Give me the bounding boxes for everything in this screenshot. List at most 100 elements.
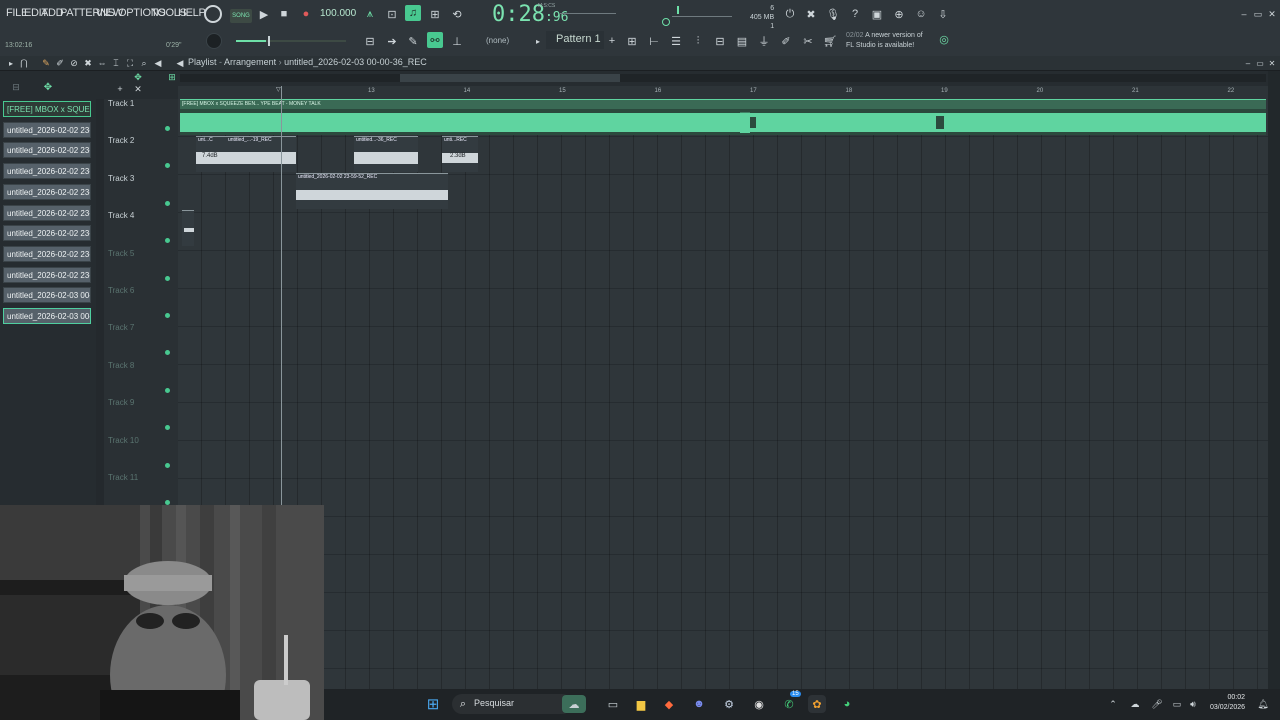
channel-rack-icon[interactable]: ☰: [668, 33, 684, 49]
add-track-icon[interactable]: +: [112, 81, 128, 97]
clip-list-item[interactable]: untitled_2026-02-02 23-...: [3, 121, 91, 138]
clip-list-item[interactable]: untitled_2026-02-03 00-...: [3, 287, 91, 304]
track-enable-led[interactable]: [165, 462, 170, 468]
clip-list-item[interactable]: untitled_2026-02-02 23-...: [3, 225, 91, 242]
track-name[interactable]: Track 2: [108, 136, 134, 145]
track-enable-led[interactable]: [165, 313, 170, 318]
brave-icon[interactable]: ◆: [660, 695, 678, 713]
clip-list-item[interactable]: untitled_2026-02-03 00-...: [3, 308, 91, 324]
playhead[interactable]: [281, 86, 282, 506]
pattern-list-icon[interactable]: ⊟: [8, 79, 24, 95]
metronome-icon[interactable]: ⩚: [362, 6, 378, 22]
track-enable-led[interactable]: [165, 238, 170, 244]
discord-icon[interactable]: ☻: [690, 695, 708, 713]
track-enable-led[interactable]: [165, 275, 170, 281]
mic-tray-icon[interactable]: 🎤︎: [1148, 695, 1166, 713]
track-name[interactable]: Track 1: [108, 99, 134, 108]
fl-studio-icon[interactable]: ✿: [808, 695, 826, 713]
clip-list-item[interactable]: untitled_2026-02-02 23-...: [3, 266, 91, 283]
countdown-icon[interactable]: ♫: [405, 5, 421, 21]
plugin-icon[interactable]: ⊕: [891, 6, 907, 22]
track-name[interactable]: Track 11: [108, 473, 138, 482]
track-name[interactable]: Track 3: [108, 174, 134, 183]
pitch-knob-icon[interactable]: [662, 18, 670, 26]
clip-track2-b[interactable]: untitled_...-19_REC: [226, 136, 296, 172]
brush-icon[interactable]: ✐: [778, 33, 794, 49]
plug-icon[interactable]: ⏚: [756, 33, 772, 49]
magnet-icon[interactable]: ⋂: [16, 55, 32, 71]
widget-icon[interactable]: ☁: [562, 695, 586, 713]
browser-icon[interactable]: ⊟: [712, 33, 728, 49]
tray-chevron-icon[interactable]: ⌃: [1104, 695, 1122, 713]
piano-roll-icon[interactable]: ⊢: [646, 33, 662, 49]
timeline-ruler[interactable]: 1314151617181920212223▽: [178, 86, 1268, 99]
clip-list-item[interactable]: untitled_2026-02-02 23-...: [3, 183, 91, 200]
master-volume-slider[interactable]: [560, 13, 616, 14]
loop-record-icon[interactable]: ⟲: [449, 6, 465, 22]
task-view-icon[interactable]: ▭: [604, 695, 622, 713]
chevron-right-icon[interactable]: ▸: [530, 33, 546, 49]
spotify-icon[interactable]: ◕: [838, 695, 856, 713]
close-icon[interactable]: ✕: [1264, 6, 1280, 22]
playlist-close-icon[interactable]: ✕: [1264, 55, 1280, 71]
clip-track2-a[interactable]: unt...C 7.4dB: [196, 136, 226, 172]
main-volume-slider[interactable]: [236, 36, 346, 46]
obs-icon[interactable]: ◉: [750, 695, 768, 713]
move-icon[interactable]: ✥: [40, 79, 56, 95]
drag-handle-icon[interactable]: ✥: [130, 69, 146, 85]
pencil-icon[interactable]: ✎: [405, 33, 421, 49]
track-name[interactable]: Track 7: [108, 323, 134, 332]
track-name[interactable]: Track 9: [108, 398, 134, 407]
save-icon[interactable]: ▣: [869, 6, 885, 22]
globe-icon[interactable]: ◎: [936, 31, 952, 47]
add-pattern-icon[interactable]: +: [604, 33, 620, 49]
channel-selector[interactable]: (none): [486, 36, 509, 45]
track-name[interactable]: Track 10: [108, 436, 139, 445]
clip-list-item[interactable]: untitled_2026-02-02 23-...: [3, 163, 91, 180]
cpu-reset-icon[interactable]: ⏻: [782, 6, 798, 22]
mixer-icon[interactable]: ⫶: [690, 33, 706, 49]
notification-bell-icon[interactable]: 🔔︎: [1254, 695, 1272, 713]
onedrive-icon[interactable]: ☁: [1126, 695, 1144, 713]
pattern-label[interactable]: Pattern 1: [556, 33, 601, 45]
chat-icon[interactable]: ☺: [913, 6, 929, 22]
track-name[interactable]: Track 4: [108, 211, 134, 220]
stop-icon[interactable]: ■: [276, 6, 292, 22]
tempo-display[interactable]: 100.000: [320, 8, 356, 19]
tools-icon[interactable]: ✂: [800, 33, 816, 49]
menu-help[interactable]: HELP: [178, 7, 206, 19]
whatsapp-icon[interactable]: ✆: [780, 695, 798, 713]
track-enable-led[interactable]: [165, 200, 170, 206]
taskbar-clock[interactable]: 00:02 03/02/2026: [1210, 693, 1245, 713]
arrangement-grid[interactable]: [FREE] MBOX x SQUEEZE BEN... YPE BEAT - …: [178, 86, 1268, 689]
clip-track4[interactable]: [182, 210, 194, 246]
track-name[interactable]: Track 5: [108, 249, 134, 258]
playhead-marker-icon[interactable]: ▽: [276, 86, 281, 93]
grid-icon[interactable]: ⊞: [164, 69, 180, 85]
track-enable-led[interactable]: [165, 126, 170, 131]
track-enable-led[interactable]: [165, 350, 170, 356]
track-enable-led[interactable]: [165, 425, 170, 431]
steam-icon[interactable]: ⚙: [720, 695, 738, 713]
windows-start-icon[interactable]: ⊞: [424, 695, 442, 713]
download-icon[interactable]: ⇩: [935, 6, 951, 22]
time-display[interactable]: 0:28:96: [492, 2, 568, 27]
clip-track2-c[interactable]: untitled...-36_REC: [354, 136, 418, 172]
track-name[interactable]: Track 6: [108, 286, 134, 295]
vertical-scrollbar[interactable]: [1268, 71, 1280, 689]
play-icon[interactable]: ▶: [256, 6, 272, 22]
clip-track3[interactable]: untitled_2026-02-02 23-59-52_REC: [296, 173, 448, 209]
clipboard-icon[interactable]: ▤: [734, 33, 750, 49]
clip-beat[interactable]: [FREE] MBOX x SQUEEZE BEN... YPE BEAT - …: [180, 99, 1266, 135]
cart-icon[interactable]: 🛒︎: [822, 33, 838, 49]
clip-list-item[interactable]: untitled_2026-02-02 23-...: [3, 142, 91, 159]
step-edit-icon[interactable]: ⊞: [427, 6, 443, 22]
clip-list-item[interactable]: untitled_2026-02-02 23-...: [3, 204, 91, 221]
track-enable-led[interactable]: [165, 387, 170, 393]
file-explorer-icon[interactable]: ▆: [632, 695, 650, 713]
help-question-icon[interactable]: ?: [847, 6, 863, 22]
clip-list-item[interactable]: untitled_2026-02-02 23-...: [3, 245, 91, 262]
link-icon[interactable]: ⚯: [427, 32, 443, 48]
track-enable-led[interactable]: [165, 163, 170, 169]
playlist-icon[interactable]: ⊞: [624, 33, 640, 49]
